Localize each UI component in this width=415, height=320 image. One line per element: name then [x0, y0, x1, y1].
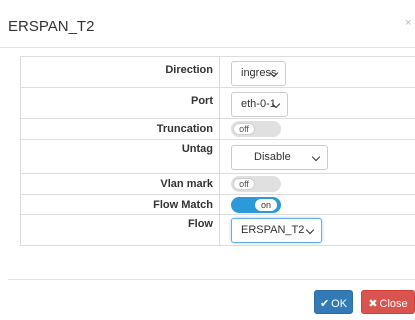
flow-label: Flow	[20, 214, 220, 246]
close-button[interactable]: ✖ Close	[361, 290, 415, 314]
truncation-label: Truncation	[20, 118, 220, 140]
row-truncation: Truncation off	[20, 118, 415, 140]
port-value: eth-0-1	[241, 98, 276, 110]
x-icon: ✖	[368, 298, 378, 310]
modal-title: ERSPAN_T2	[8, 18, 95, 35]
close-label: Close	[379, 298, 408, 310]
check-icon: ✔	[319, 298, 330, 310]
row-port: Port eth-0-1	[20, 87, 415, 119]
vlan-mark-toggle[interactable]: off	[231, 176, 281, 192]
chevron-down-icon	[311, 152, 321, 162]
untag-value: Disable	[254, 151, 291, 163]
chevron-down-icon	[305, 225, 315, 235]
row-flow: Flow ERSPAN_T2	[20, 214, 415, 246]
close-icon[interactable]: ×	[405, 17, 411, 29]
flow-match-toggle[interactable]: on	[231, 197, 281, 213]
port-select[interactable]: eth-0-1	[231, 92, 288, 117]
vlan-mark-label: Vlan mark	[20, 173, 220, 195]
row-flow-match: Flow Match on	[20, 194, 415, 215]
flow-match-label: Flow Match	[20, 194, 220, 215]
port-label: Port	[20, 87, 220, 119]
ok-button[interactable]: ✔ OK	[314, 290, 353, 314]
untag-select[interactable]: Disable	[231, 145, 328, 170]
direction-select[interactable]: ingress	[231, 61, 286, 86]
row-untag: Untag Disable	[20, 139, 415, 174]
flow-select[interactable]: ERSPAN_T2	[231, 218, 322, 243]
vlan-mark-state: off	[233, 178, 255, 190]
direction-label: Direction	[20, 56, 220, 88]
settings-form: Direction ingress Port eth-0-1 Truncatio…	[20, 56, 415, 246]
untag-label: Untag	[20, 139, 220, 174]
truncation-toggle[interactable]: off	[231, 121, 281, 137]
row-vlan-mark: Vlan mark off	[20, 173, 415, 195]
flow-match-state: on	[255, 199, 277, 211]
row-direction: Direction ingress	[20, 56, 415, 88]
truncation-state: off	[233, 123, 255, 135]
modal-header: ERSPAN_T2 ×	[0, 0, 415, 48]
ok-label: OK	[331, 298, 348, 310]
modal-footer-divider	[8, 279, 415, 280]
flow-value: ERSPAN_T2	[241, 224, 305, 236]
